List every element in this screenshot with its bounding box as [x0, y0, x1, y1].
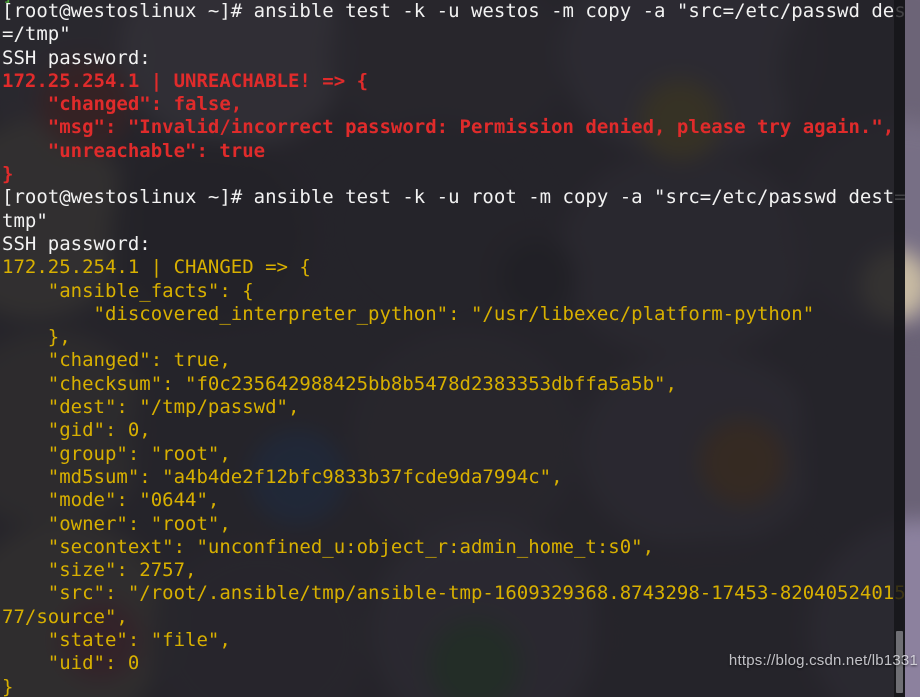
- terminal-line: },: [2, 326, 71, 349]
- terminal-line: =/tmp": [2, 23, 71, 46]
- terminal-line: [root@westoslinux ~]# ansible test -k -u…: [2, 186, 905, 209]
- terminal-window[interactable]: ] [root@westoslinux ~]# ansible test -k …: [0, 0, 905, 697]
- terminal-output[interactable]: [root@westoslinux ~]# ansible test -k -u…: [0, 0, 905, 697]
- terminal-line: SSH password:: [2, 232, 151, 255]
- terminal-line: "dest": "/tmp/passwd",: [2, 396, 300, 419]
- terminal-line: 172.25.254.1 | CHANGED => {: [2, 256, 311, 279]
- terminal-line: [root@westoslinux ~]# ansible test -k -u…: [2, 0, 905, 22]
- terminal-line: "size": 2757,: [2, 559, 197, 582]
- terminal-line: }: [2, 163, 14, 186]
- terminal-line: "owner": "root",: [2, 512, 231, 535]
- terminal-line: SSH password:: [2, 46, 151, 69]
- terminal-line: "md5sum": "a4b4de2f12bfc9833b37fcde9da79…: [2, 465, 563, 488]
- watermark-text: https://blog.csdn.net/lb1331: [728, 652, 918, 669]
- terminal-line: "secontext": "unconfined_u:object_r:admi…: [2, 535, 655, 558]
- terminal-line: tmp": [2, 209, 48, 232]
- terminal-line: "mode": "0644",: [2, 489, 220, 512]
- desktop-right-strip: [905, 0, 920, 697]
- terminal-line: "changed": false,: [2, 93, 243, 116]
- terminal-line: 172.25.254.1 | UNREACHABLE! => {: [2, 69, 369, 92]
- terminal-line: 77/source",: [2, 605, 128, 628]
- terminal-line: "gid": 0,: [2, 419, 151, 442]
- terminal-line: "group": "root",: [2, 442, 231, 465]
- terminal-scrollbar[interactable]: [894, 0, 905, 697]
- terminal-line: "src": "/root/.ansible/tmp/ansible-tmp-1…: [2, 582, 905, 605]
- terminal-line: "checksum": "f0c235642988425bb8b5478d238…: [2, 372, 677, 395]
- terminal-line: }: [2, 675, 14, 697]
- terminal-line: "ansible_facts": {: [2, 279, 254, 302]
- terminal-line: "state": "file",: [2, 629, 231, 652]
- terminal-line: "msg": "Invalid/incorrect password: Perm…: [2, 116, 895, 139]
- terminal-line: "unreachable": true: [2, 139, 266, 162]
- terminal-line: "discovered_interpreter_python": "/usr/l…: [2, 302, 815, 325]
- terminal-line: "changed": true,: [2, 349, 231, 372]
